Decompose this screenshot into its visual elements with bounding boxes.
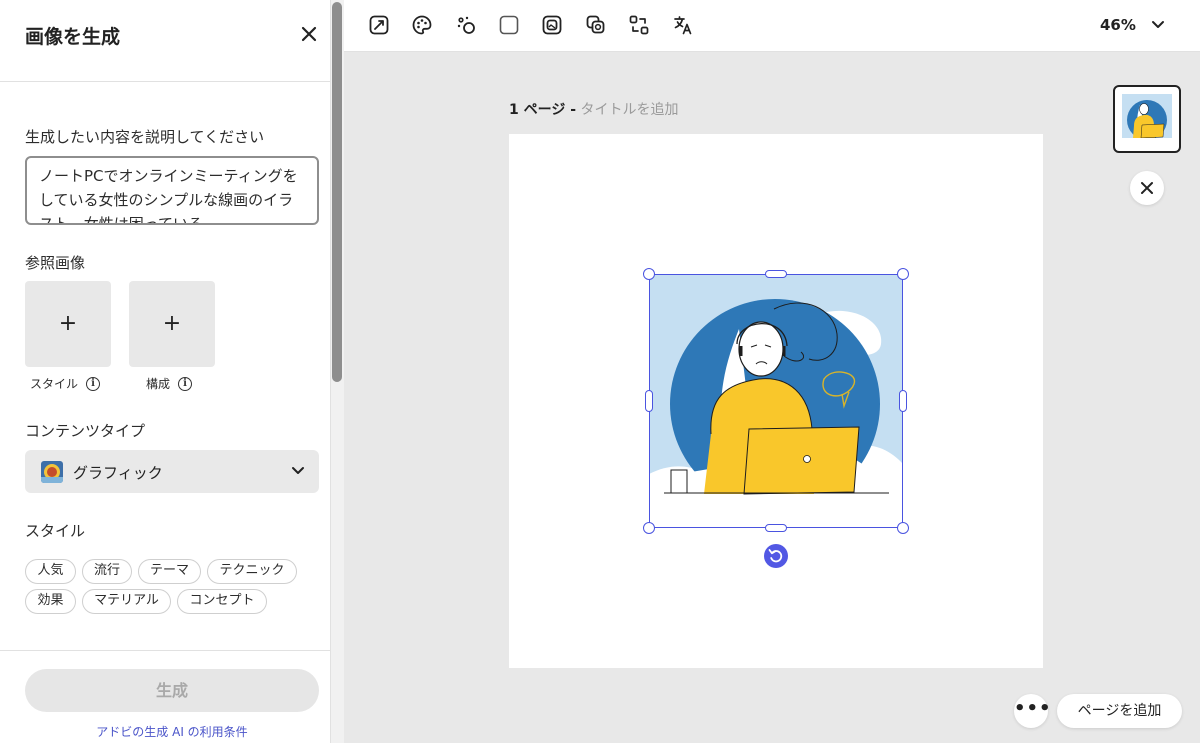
- resize-handle-bottom-left[interactable]: [643, 522, 655, 534]
- resize-handle-top-right[interactable]: [897, 268, 909, 280]
- info-icon[interactable]: i: [86, 376, 101, 391]
- style-chip-effects[interactable]: 効果: [25, 589, 76, 614]
- page-number: 1 ページ -: [509, 102, 577, 118]
- resize-handle-top-left[interactable]: [643, 268, 655, 280]
- prompt-label: 生成したい内容を説明してください: [25, 128, 265, 146]
- resize-handle-right[interactable]: [899, 390, 907, 412]
- graphic-thumbnail-icon: [41, 461, 63, 483]
- terms-link[interactable]: アドビの生成 AI の利用条件: [0, 723, 344, 740]
- composition-reference-label: 構成: [146, 377, 171, 391]
- generated-illustration[interactable]: [649, 274, 903, 528]
- style-reference-tile[interactable]: +: [25, 281, 111, 367]
- more-icon[interactable]: •••: [1014, 694, 1051, 728]
- resize-handle-bottom[interactable]: [765, 524, 787, 532]
- generate-image-panel: 画像を生成 生成したい内容を説明してください ノートPCでオンラインミーティング…: [0, 0, 330, 743]
- style-reference-caption: スタイル i: [30, 375, 101, 392]
- reference-label: 参照画像: [25, 254, 86, 272]
- plus-icon: +: [162, 311, 182, 336]
- shape-icon[interactable]: [498, 14, 520, 36]
- plus-icon: +: [58, 311, 78, 336]
- content-type-select[interactable]: グラフィック: [25, 450, 319, 493]
- top-toolbar: 46%: [344, 0, 1200, 52]
- prompt-input[interactable]: ノートPCでオンラインミーティングをしている女性のシンプルな線画のイラスト、女性…: [25, 156, 319, 225]
- style-chip-theme[interactable]: テーマ: [138, 559, 201, 584]
- chevron-down-icon: [292, 467, 304, 474]
- style-chip-concept[interactable]: コンセプト: [177, 589, 267, 614]
- thumbnail-illustration: [1122, 94, 1172, 144]
- close-icon[interactable]: [298, 23, 320, 45]
- style-chip-popular[interactable]: 人気: [25, 559, 76, 584]
- effects-icon[interactable]: [455, 14, 477, 36]
- zoom-level[interactable]: 46%: [1100, 16, 1136, 34]
- page-label: 1 ページ - タイトルを追加: [509, 99, 678, 119]
- duplicate-icon[interactable]: [585, 14, 607, 36]
- style-chip-material[interactable]: マテリアル: [82, 589, 171, 614]
- resize-handle-top[interactable]: [765, 270, 787, 278]
- content-type-label: コンテンツタイプ: [25, 422, 146, 440]
- panel-scrollbar-thumb[interactable]: [332, 2, 342, 382]
- translate-icon[interactable]: [672, 14, 694, 36]
- swap-icon[interactable]: [628, 14, 650, 36]
- info-icon[interactable]: i: [178, 376, 193, 391]
- add-page-button[interactable]: ページを追加: [1057, 694, 1182, 728]
- page-title-input[interactable]: タイトルを追加: [580, 102, 678, 118]
- resize-icon[interactable]: [368, 14, 390, 36]
- chevron-down-icon[interactable]: [1150, 16, 1166, 32]
- rotate-icon[interactable]: [764, 544, 788, 568]
- style-reference-label: スタイル: [30, 377, 79, 391]
- style-chip-technique[interactable]: テクニック: [207, 559, 297, 584]
- content-type-value: グラフィック: [73, 464, 163, 482]
- composition-reference-tile[interactable]: +: [129, 281, 215, 367]
- palette-icon[interactable]: [411, 14, 433, 36]
- resize-handle-left[interactable]: [645, 390, 653, 412]
- composition-reference-caption: 構成 i: [146, 375, 193, 392]
- style-label: スタイル: [25, 522, 86, 540]
- generate-button[interactable]: 生成: [25, 669, 319, 712]
- style-chip-trending[interactable]: 流行: [82, 559, 132, 584]
- close-icon[interactable]: [1130, 171, 1164, 205]
- panel-header: 画像を生成: [0, 0, 330, 82]
- resize-handle-bottom-right[interactable]: [897, 522, 909, 534]
- image-icon[interactable]: [541, 14, 563, 36]
- panel-title: 画像を生成: [25, 26, 121, 48]
- page-thumbnail[interactable]: [1113, 85, 1181, 153]
